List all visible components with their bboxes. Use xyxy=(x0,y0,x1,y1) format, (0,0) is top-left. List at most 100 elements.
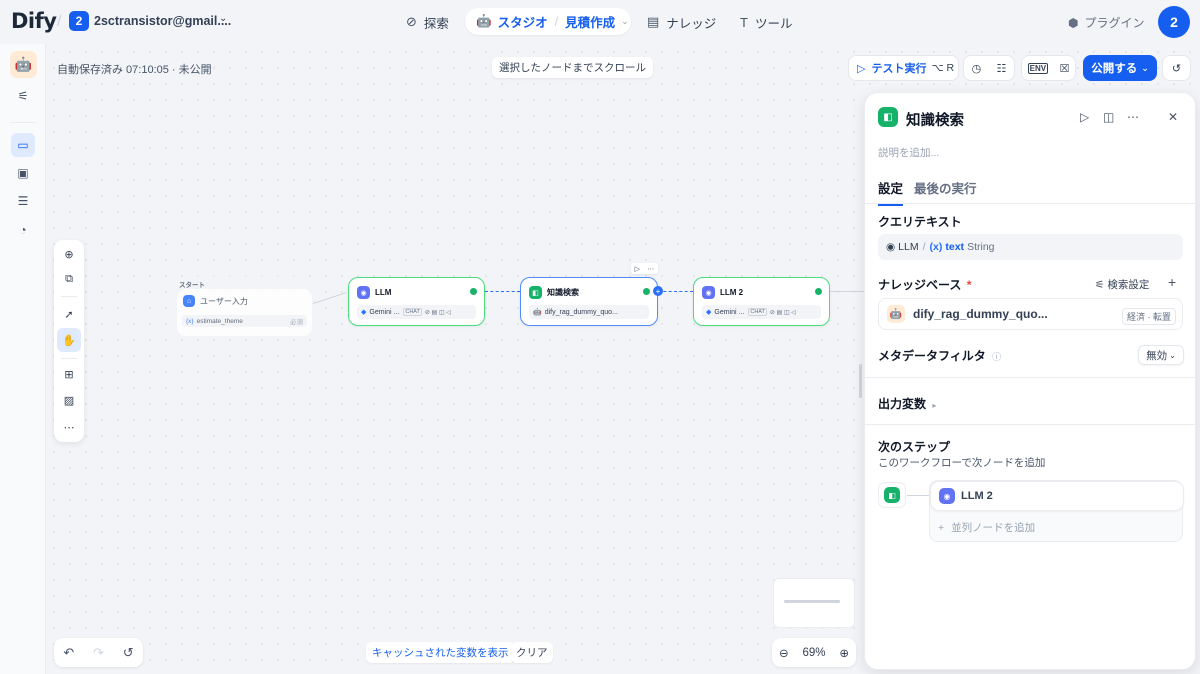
nav-tools[interactable]: T ツール xyxy=(740,8,792,36)
split-view-icon[interactable]: ◫ xyxy=(1103,110,1114,124)
scroll-to-selected-button[interactable]: 選択したノードまでスクロール xyxy=(492,57,653,78)
canvas-toolbar: ⊕ ⧉ ➚ ✋ ⊞ ▨ ⋯ xyxy=(54,240,84,442)
settings-sliders-icon[interactable]: ⚟ xyxy=(11,84,35,108)
plugin-button[interactable]: ⬢ プラグイン xyxy=(1068,14,1145,31)
node-llm[interactable]: ◉ LLM ◆ Gemini ... CHAT ⊘ ▤ ◫ ◁ xyxy=(348,277,485,326)
workspace-name[interactable]: 2sctransistor@gmail.... xyxy=(94,14,231,28)
organize-icon[interactable]: ⊞ xyxy=(57,362,81,386)
metadata-filter-select[interactable]: 無効 ⌄ xyxy=(1138,345,1184,365)
add-node-icon[interactable]: ⊕ xyxy=(57,242,81,266)
more-icon[interactable]: ⋯ xyxy=(647,265,654,273)
chevron-down-icon: ⌄ xyxy=(1169,350,1176,360)
node-llm-2[interactable]: ◉ LLM 2 ◆ Gemini ... CHAT ⊘ ▤ ◫ ◁ xyxy=(693,277,830,326)
zoom-in-icon[interactable]: ⊕ xyxy=(839,646,849,660)
metadata-filter-label: メタデータフィルタ ⓘ xyxy=(878,349,1002,363)
node-quick-actions: ▷ ⋯ xyxy=(631,263,658,274)
variable-reference: ◉ LLM / (x) text String xyxy=(886,241,995,253)
output-vars-toggle[interactable]: 出力変数 ▸ xyxy=(878,395,936,412)
zoom-level[interactable]: 69% xyxy=(802,647,825,659)
query-text-label: クエリテキスト xyxy=(878,215,962,229)
version-history-button[interactable]: ↺ xyxy=(1162,55,1191,81)
nav-studio[interactable]: 🤖 スタジオ / 見積作成 ⌄ xyxy=(465,8,631,35)
run-node-icon[interactable]: ▷ xyxy=(1080,110,1089,124)
chat-tag: CHAT xyxy=(748,308,767,316)
add-knowledge-button[interactable]: + xyxy=(1168,274,1176,290)
show-cached-vars-button[interactable]: キャッシュされた変数を表示 xyxy=(366,642,515,663)
node-knowledge-retrieval[interactable]: ◧ 知識検索 🤖 dify_rag_dummy_quo... xyxy=(520,277,658,326)
knowledge-base-item[interactable]: 🤖 dify_rag_dummy_quo... 経済 · 転置 xyxy=(878,298,1183,330)
chevron-down-icon[interactable]: ⌄ xyxy=(621,16,629,27)
chevron-down-icon: ⌄ xyxy=(1141,62,1149,73)
info-icon: ⓘ xyxy=(992,352,1002,362)
description-field[interactable]: 説明を追加... xyxy=(878,145,939,160)
more-icon[interactable]: ⋯ xyxy=(1127,110,1139,124)
app-name[interactable]: 見積作成 xyxy=(565,12,615,31)
avatar[interactable]: 2 xyxy=(1158,6,1190,38)
monitor-icon[interactable]: ◔ xyxy=(11,218,35,242)
current-node-chip: ◧ xyxy=(878,482,906,508)
nav-explore[interactable]: ⊘ 探索 xyxy=(406,8,449,36)
node-settings-panel: ◧ 知識検索 ▷ ◫ ⋯ ✕ 説明を追加... 設定 最後の実行 クエリテキスト… xyxy=(864,92,1196,670)
next-step-graph: ◧ ◉ LLM 2 + 並列ノードを追加 xyxy=(878,480,1184,544)
publish-button[interactable]: 公開する ⌄ xyxy=(1083,55,1157,81)
shortcut-hint: ⌥ R xyxy=(931,62,955,74)
chat-tag: CHAT xyxy=(403,308,422,316)
breadcrumb-separator: / xyxy=(554,14,559,29)
env-button[interactable]: ENV xyxy=(1027,62,1049,74)
tool-icon: T xyxy=(740,14,748,30)
terminal-icon[interactable]: ▣ xyxy=(11,161,35,185)
tab-last-run[interactable]: 最後の実行 xyxy=(914,178,977,197)
clear-button[interactable]: クリア xyxy=(511,642,553,663)
add-parallel-node-button[interactable]: + 並列ノードを追加 xyxy=(938,520,1035,535)
play-icon: ▷ xyxy=(857,62,866,75)
tab-divider xyxy=(865,203,1195,204)
add-note-icon[interactable]: ⧉ xyxy=(57,267,81,291)
undo-icon[interactable]: ↶ xyxy=(63,645,74,661)
minimap[interactable] xyxy=(773,578,855,628)
sliders-icon: ⚟ xyxy=(1095,279,1105,291)
node-header: スタート xyxy=(179,282,205,289)
nav-knowledge[interactable]: ▤ ナレッジ xyxy=(647,8,716,36)
close-box-icon[interactable]: ☒ xyxy=(1059,62,1069,75)
success-status-icon xyxy=(470,288,477,295)
redo-icon[interactable]: ↷ xyxy=(93,645,104,661)
knowledge-icon: ◧ xyxy=(884,487,900,503)
compass-icon: ⊘ xyxy=(406,14,417,29)
dify-logo[interactable]: Dify xyxy=(11,9,57,33)
llm-icon: ◉ xyxy=(886,241,896,253)
model-row: ◆ Gemini ... CHAT ⊘ ▤ ◫ ◁ xyxy=(357,305,476,319)
query-variable-selector[interactable]: ◉ LLM / (x) text String xyxy=(878,234,1183,260)
next-node-list: ◉ LLM 2 + 並列ノードを追加 xyxy=(929,480,1184,542)
hand-icon[interactable]: ✋ xyxy=(57,328,81,352)
next-node-llm-2[interactable]: ◉ LLM 2 xyxy=(930,481,1184,511)
test-run-button[interactable]: ▷ テスト実行 ⌥ R xyxy=(848,55,959,81)
more-icon[interactable]: ⋯ xyxy=(57,415,81,439)
history-check-icon[interactable]: ◷ xyxy=(972,62,982,75)
zoom-controls: ⊖ 69% ⊕ xyxy=(772,638,856,667)
tab-settings[interactable]: 設定 xyxy=(878,178,904,206)
close-icon[interactable]: ✕ xyxy=(1168,110,1178,124)
run-node-icon[interactable]: ▷ xyxy=(635,265,640,273)
panel-resize-handle[interactable] xyxy=(859,364,862,398)
llm-icon: ◉ xyxy=(702,286,715,299)
panel-title[interactable]: 知識検索 xyxy=(906,109,964,130)
node-start[interactable]: スタート ⌂ ユーザー入力 {x} estimate_theme 必須 xyxy=(176,276,313,337)
variable-icon: {x} xyxy=(186,317,194,325)
retrieval-settings-button[interactable]: ⚟ 検索設定 xyxy=(1095,277,1149,292)
sidebar-divider xyxy=(10,122,36,123)
home-icon: ⌂ xyxy=(183,295,195,307)
export-image-icon[interactable]: ▨ xyxy=(57,388,81,412)
minimap-nodes xyxy=(784,600,840,603)
chevron-down-icon[interactable]: ⌄ xyxy=(219,13,227,24)
orchestrate-icon[interactable]: ▭ xyxy=(11,133,35,157)
pointer-icon[interactable]: ➚ xyxy=(57,302,81,326)
history-icon[interactable]: ↺ xyxy=(123,645,134,661)
add-node-handle[interactable]: + xyxy=(653,286,663,296)
zoom-out-icon[interactable]: ⊖ xyxy=(779,646,789,660)
capability-icons: ⊘ ▤ ◫ ◁ xyxy=(769,309,796,316)
checklist-icon[interactable]: ☷ xyxy=(996,62,1006,75)
workspace-badge[interactable]: 2 xyxy=(69,11,89,31)
logs-icon[interactable]: ☰ xyxy=(11,189,35,213)
app-icon[interactable]: 🤖 xyxy=(10,51,37,78)
llm-icon: ◉ xyxy=(939,488,955,504)
